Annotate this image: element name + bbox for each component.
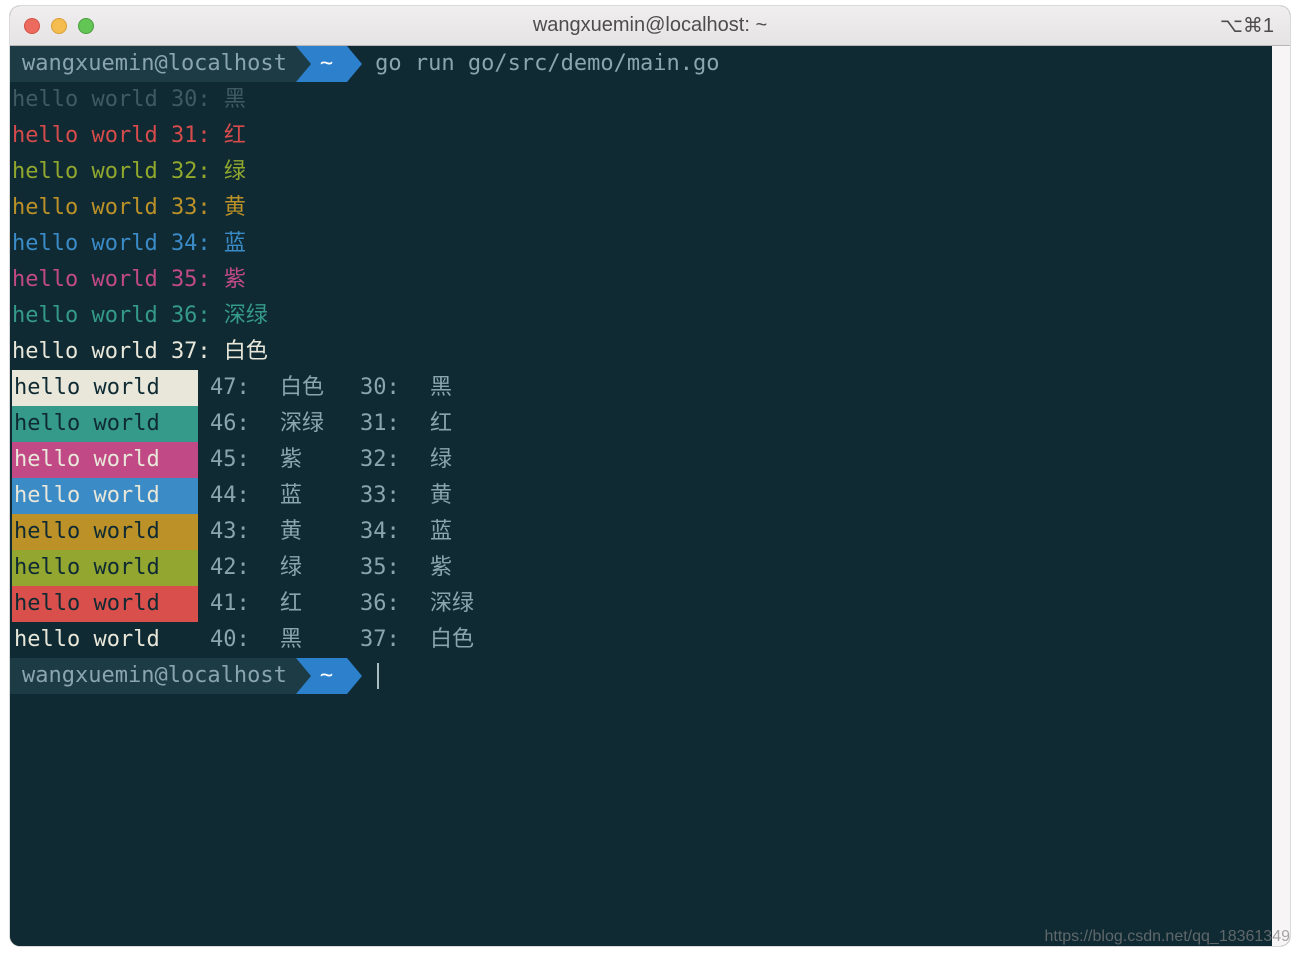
fg-code: 30: [360, 370, 430, 406]
output-bg-row: hello world 41:红36:深绿 [10, 586, 1290, 622]
fg-code: 33: [360, 478, 430, 514]
hello-world-text: hello world 36: 深绿 [12, 298, 268, 334]
hello-world-text: hello world 33: 黄 [12, 190, 246, 226]
bg-name: 蓝 [280, 478, 360, 514]
fg-name: 黑 [430, 370, 510, 406]
prompt-path: ~ [296, 46, 347, 82]
fg-code: 34: [360, 514, 430, 550]
hello-world-swatch: hello world [12, 622, 198, 658]
watermark-text: https://blog.csdn.net/qq_18361349 [1044, 928, 1290, 946]
hello-world-swatch: hello world [12, 550, 198, 586]
hello-world-text: hello world 35: 紫 [12, 262, 246, 298]
output-fg-row: hello world 33: 黄 [10, 190, 1290, 226]
fg-name: 紫 [430, 550, 510, 586]
output-fg-row: hello world 34: 蓝 [10, 226, 1290, 262]
hello-world-text: hello world 34: 蓝 [12, 226, 246, 262]
bg-code: 42: [210, 550, 280, 586]
bg-code: 44: [210, 478, 280, 514]
window-title: wangxuemin@localhost: ~ [533, 14, 767, 37]
bg-code: 41: [210, 586, 280, 622]
terminal-window: wangxuemin@localhost: ~ ⌥⌘1 wangxuemin@l… [10, 6, 1290, 946]
bg-name: 深绿 [280, 406, 360, 442]
hello-world-text: hello world 37: 白色 [12, 334, 268, 370]
fg-code: 32: [360, 442, 430, 478]
traffic-lights [24, 18, 94, 34]
minimize-button[interactable] [51, 18, 67, 34]
bg-name: 紫 [280, 442, 360, 478]
output-bg-row: hello world 47:白色30:黑 [10, 370, 1290, 406]
bg-code: 40: [210, 622, 280, 658]
titlebar: wangxuemin@localhost: ~ ⌥⌘1 [10, 6, 1290, 46]
prompt-line-idle: wangxuemin@localhost ~ [10, 658, 1290, 694]
fg-code: 35: [360, 550, 430, 586]
prompt-command: go run go/src/demo/main.go [347, 46, 719, 82]
output-fg-row: hello world 30: 黑 [10, 82, 1290, 118]
fg-code: 31: [360, 406, 430, 442]
fg-name: 白色 [430, 622, 510, 658]
prompt-path: ~ [296, 658, 347, 694]
bg-name: 黄 [280, 514, 360, 550]
hello-world-swatch: hello world [12, 406, 198, 442]
fg-name: 红 [430, 406, 510, 442]
cursor-icon [377, 663, 379, 689]
hello-world-swatch: hello world [12, 586, 198, 622]
window-shortcut: ⌥⌘1 [1220, 13, 1274, 38]
maximize-button[interactable] [78, 18, 94, 34]
scrollbar-track[interactable] [1272, 46, 1290, 946]
hello-world-swatch: hello world [12, 370, 198, 406]
close-button[interactable] [24, 18, 40, 34]
fg-code: 37: [360, 622, 430, 658]
output-bg-row: hello world 43:黄34:蓝 [10, 514, 1290, 550]
bg-name: 白色 [280, 370, 360, 406]
output-fg-row: hello world 31: 红 [10, 118, 1290, 154]
output-fg-row: hello world 36: 深绿 [10, 298, 1290, 334]
output-fg-row: hello world 35: 紫 [10, 262, 1290, 298]
output-fg-row: hello world 37: 白色 [10, 334, 1290, 370]
prompt-user: wangxuemin@localhost [10, 46, 297, 82]
fg-name: 深绿 [430, 586, 510, 622]
output-fg-row: hello world 32: 绿 [10, 154, 1290, 190]
output-bg-row: hello world 40:黑37:白色 [10, 622, 1290, 658]
hello-world-swatch: hello world [12, 442, 198, 478]
bg-code: 47: [210, 370, 280, 406]
hello-world-text: hello world 32: 绿 [12, 154, 246, 190]
output-bg-row: hello world 44:蓝33:黄 [10, 478, 1290, 514]
bg-code: 46: [210, 406, 280, 442]
output-bg-row: hello world 46:深绿31:红 [10, 406, 1290, 442]
bg-code: 43: [210, 514, 280, 550]
fg-code: 36: [360, 586, 430, 622]
hello-world-swatch: hello world [12, 514, 198, 550]
fg-name: 绿 [430, 442, 510, 478]
fg-name: 蓝 [430, 514, 510, 550]
fg-name: 黄 [430, 478, 510, 514]
output-bg-row: hello world 45:紫32:绿 [10, 442, 1290, 478]
prompt-line: wangxuemin@localhost ~ go run go/src/dem… [10, 46, 1290, 82]
terminal-body[interactable]: wangxuemin@localhost ~ go run go/src/dem… [10, 46, 1290, 946]
prompt-user: wangxuemin@localhost [10, 658, 297, 694]
hello-world-swatch: hello world [12, 478, 198, 514]
hello-world-text: hello world 31: 红 [12, 118, 246, 154]
bg-code: 45: [210, 442, 280, 478]
bg-name: 黑 [280, 622, 360, 658]
hello-world-text: hello world 30: 黑 [12, 82, 246, 118]
output-bg-row: hello world 42:绿35:紫 [10, 550, 1290, 586]
bg-name: 绿 [280, 550, 360, 586]
bg-name: 红 [280, 586, 360, 622]
